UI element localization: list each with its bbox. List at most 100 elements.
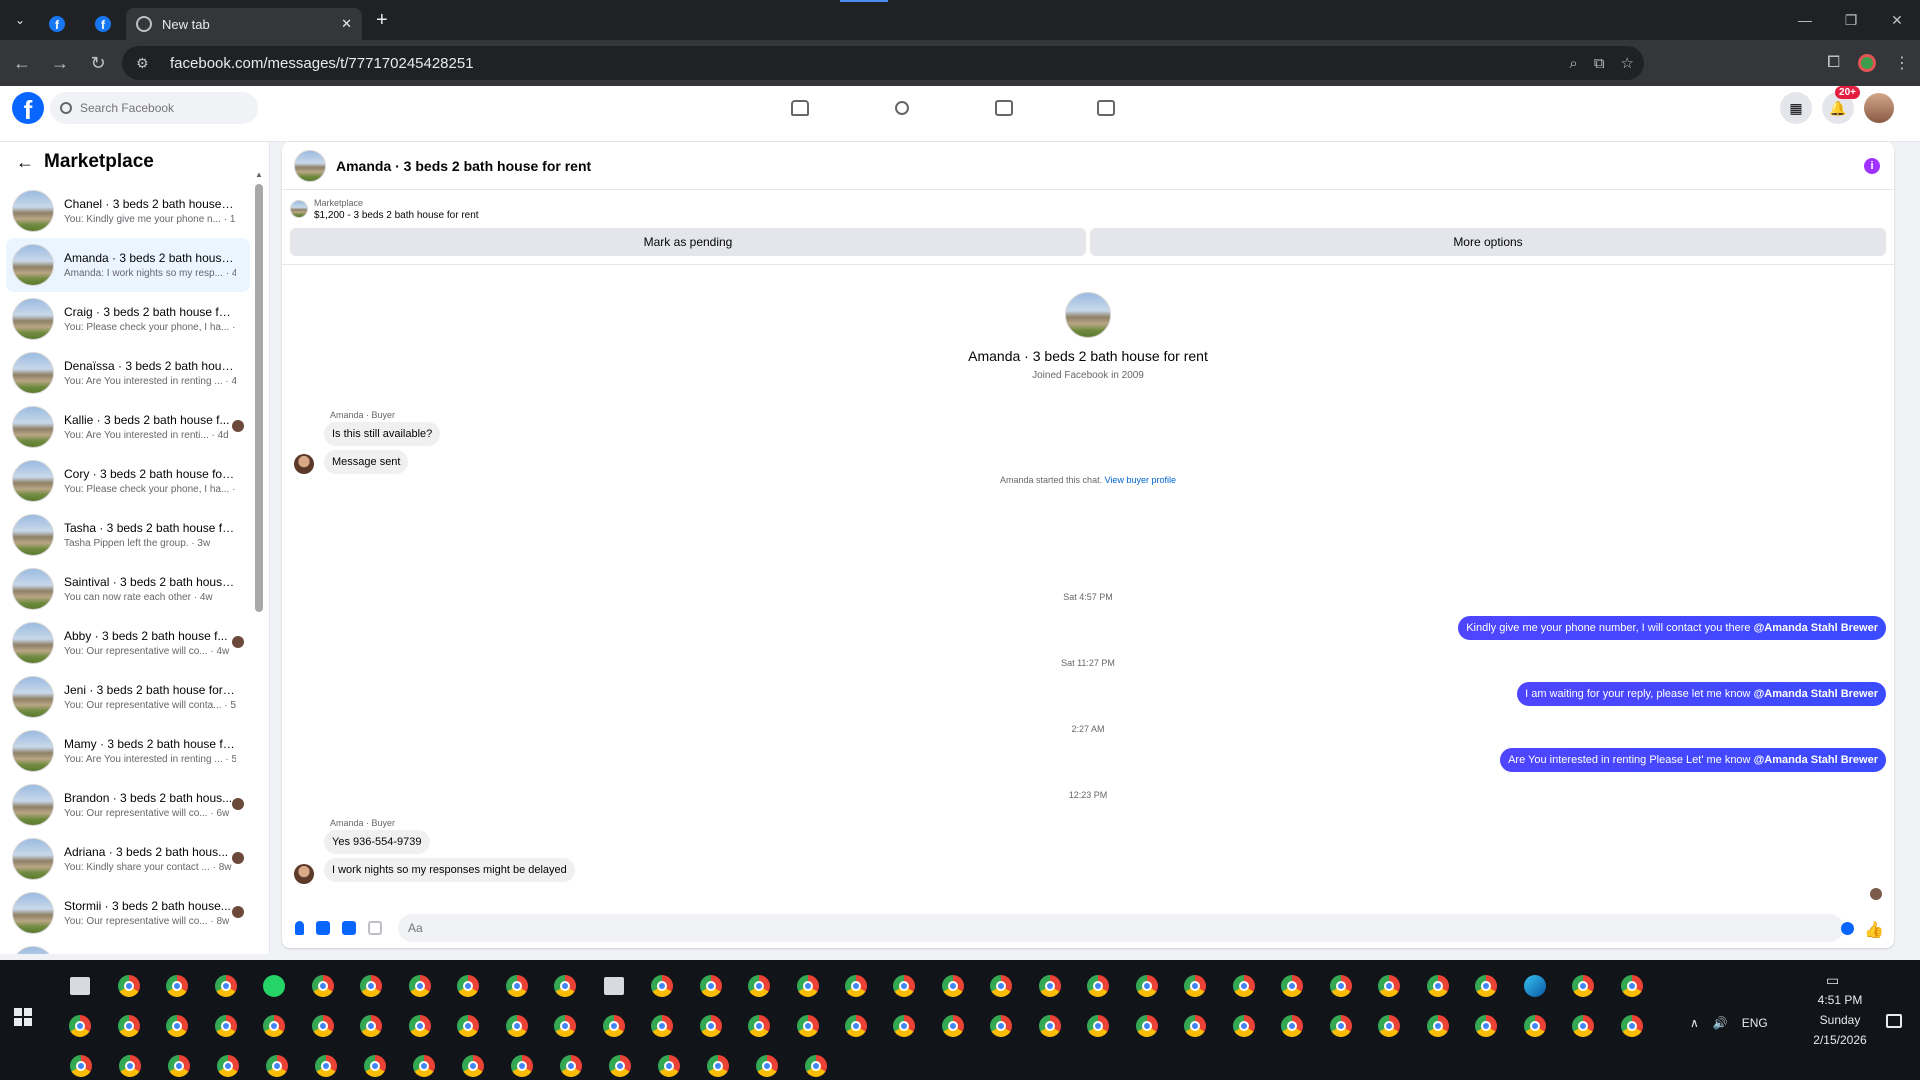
notification-center-icon[interactable] bbox=[1886, 1014, 1902, 1028]
page-scrollbar[interactable] bbox=[1906, 142, 1920, 954]
taskbar-app-button[interactable] bbox=[56, 1006, 104, 1046]
clock[interactable]: 4:51 PM Sunday 2/15/2026 bbox=[1790, 990, 1890, 1050]
taskbar-app-button[interactable] bbox=[56, 1046, 105, 1080]
taskbar-app-button[interactable] bbox=[589, 1006, 637, 1046]
conversation-item[interactable]: Cory · 3 beds 2 bath house for r... You: … bbox=[6, 454, 250, 508]
sticker-icon[interactable] bbox=[342, 921, 356, 935]
restore-icon[interactable]: ❐ bbox=[1828, 0, 1874, 40]
minimize-icon[interactable]: — bbox=[1782, 0, 1828, 40]
conversation-item[interactable]: Brandon · 3 beds 2 bath hous... You: Our … bbox=[6, 778, 250, 832]
taskbar-app-button[interactable] bbox=[1268, 1006, 1316, 1046]
mention[interactable]: @Amanda Stahl Brewer bbox=[1754, 754, 1878, 766]
taskbar-app-button[interactable] bbox=[201, 966, 249, 1006]
taskbar-app-button[interactable] bbox=[546, 1046, 595, 1080]
taskbar-app-button[interactable] bbox=[298, 1006, 346, 1046]
conversation-item[interactable]: Saintival · 3 beds 2 bath house f... You … bbox=[6, 562, 250, 616]
taskbar-app-button[interactable] bbox=[444, 1006, 492, 1046]
buyer-avatar[interactable] bbox=[294, 454, 314, 474]
taskbar-app-button[interactable] bbox=[977, 966, 1025, 1006]
taskbar-app-button[interactable] bbox=[492, 1006, 540, 1046]
taskbar-app-button[interactable] bbox=[347, 966, 395, 1006]
taskbar-app-button[interactable] bbox=[686, 966, 734, 1006]
taskbar-app-button[interactable] bbox=[1317, 1006, 1365, 1046]
sidebar-scrollbar[interactable]: ▲ ▼ bbox=[255, 170, 263, 954]
taskbar-app-button[interactable] bbox=[1414, 1006, 1462, 1046]
taskbar-app-button[interactable] bbox=[595, 1046, 644, 1080]
taskbar-app-button[interactable] bbox=[1559, 966, 1607, 1006]
taskbar-app-button[interactable] bbox=[1511, 1006, 1559, 1046]
view-buyer-profile-link[interactable]: View buyer profile bbox=[1105, 475, 1176, 485]
incoming-message[interactable]: Is this still available? bbox=[324, 422, 441, 446]
conversation-item[interactable]: Tasha · 3 beds 2 bath house for ... Tasha… bbox=[6, 508, 250, 562]
conversation-item[interactable]: Adriana · 3 beds 2 bath hous... You: Kind… bbox=[6, 832, 250, 886]
install-app-icon[interactable]: ⧉ bbox=[1594, 55, 1605, 72]
taskbar-app-button[interactable] bbox=[693, 1046, 742, 1080]
taskbar-app-button[interactable] bbox=[1171, 1006, 1219, 1046]
taskbar-app-button[interactable] bbox=[350, 1046, 399, 1080]
conversation-item[interactable]: Denaïssa · 3 beds 2 bath house ... You: A… bbox=[6, 346, 250, 400]
conversation-item[interactable]: Jeni · 3 beds 2 bath house for r... You: … bbox=[6, 670, 250, 724]
taskbar-app-button[interactable] bbox=[1414, 966, 1462, 1006]
incoming-message[interactable]: Message sent bbox=[324, 450, 409, 474]
taskbar-app-button[interactable] bbox=[203, 1046, 252, 1080]
info-icon[interactable]: i bbox=[1864, 158, 1880, 174]
start-windows-icon[interactable] bbox=[14, 1008, 32, 1026]
taskbar-app-button[interactable] bbox=[201, 1006, 249, 1046]
taskbar-app-button[interactable] bbox=[541, 1006, 589, 1046]
taskbar-app-button[interactable] bbox=[742, 1046, 791, 1080]
taskbar-app-button[interactable] bbox=[448, 1046, 497, 1080]
taskbar-app-button[interactable] bbox=[250, 966, 298, 1006]
forward-arrow-icon[interactable]: → bbox=[44, 47, 76, 79]
volume-icon[interactable]: 🔊 bbox=[1713, 1016, 1728, 1030]
account-avatar[interactable] bbox=[1864, 93, 1894, 123]
taskbar-app-button[interactable] bbox=[1317, 966, 1365, 1006]
taskbar-app-button[interactable] bbox=[1559, 1006, 1607, 1046]
conversation-item[interactable]: Craig · 3 beds 2 bath house for ... You: … bbox=[6, 292, 250, 346]
reload-icon[interactable]: ↻ bbox=[82, 47, 114, 79]
conversation-item[interactable]: Stormii · 3 beds 2 bath house... You: Our… bbox=[6, 886, 250, 940]
taskbar-app-button[interactable] bbox=[252, 1046, 301, 1080]
taskbar-app-button[interactable] bbox=[589, 966, 637, 1006]
taskbar-app-button[interactable] bbox=[153, 1006, 201, 1046]
more-options-button[interactable]: More options bbox=[1090, 228, 1886, 256]
mention[interactable]: @Amanda Stahl Brewer bbox=[1754, 622, 1878, 634]
taskbar-app-button[interactable] bbox=[298, 966, 346, 1006]
taskbar-app-button[interactable] bbox=[880, 1006, 928, 1046]
taskbar-app-button[interactable] bbox=[1171, 966, 1219, 1006]
taskbar-app-button[interactable] bbox=[1074, 966, 1122, 1006]
marketplace-listing-bar[interactable]: Marketplace $1,200 - 3 beds 2 bath house… bbox=[282, 190, 1894, 228]
taskbar-app-button[interactable] bbox=[395, 966, 443, 1006]
conversation-item[interactable]: Mamy · 3 beds 2 bath house for... You: Ar… bbox=[6, 724, 250, 778]
desktop-peek-icon[interactable]: ▭ bbox=[1826, 972, 1839, 989]
nav-marketplace[interactable] bbox=[1086, 94, 1126, 122]
taskbar-app-button[interactable] bbox=[1268, 966, 1316, 1006]
taskbar-app-button[interactable] bbox=[783, 1006, 831, 1046]
facebook-logo-icon[interactable]: f bbox=[12, 92, 44, 124]
incoming-message[interactable]: I work nights so my responses might be d… bbox=[324, 858, 575, 882]
incoming-message[interactable]: Yes 936-554-9739 bbox=[324, 830, 430, 854]
taskbar-app-button[interactable] bbox=[832, 966, 880, 1006]
taskbar-app-button[interactable] bbox=[1462, 1006, 1510, 1046]
listing-thumbnail[interactable] bbox=[294, 149, 326, 182]
taskbar-app-button[interactable] bbox=[301, 1046, 350, 1080]
taskbar-app-button[interactable] bbox=[638, 966, 686, 1006]
taskbar-app-button[interactable] bbox=[1026, 966, 1074, 1006]
chevron-up-icon[interactable]: ∧ bbox=[1690, 1016, 1699, 1030]
outgoing-message[interactable]: Kindly give me your phone number, I will… bbox=[1458, 616, 1886, 640]
close-window-icon[interactable]: ✕ bbox=[1874, 0, 1920, 40]
outgoing-message[interactable]: Are You interested in renting Please Let… bbox=[1500, 748, 1886, 772]
taskbar-app-button[interactable] bbox=[735, 966, 783, 1006]
taskbar-app-button[interactable] bbox=[832, 1006, 880, 1046]
conversation-item[interactable]: Abby · 3 beds 2 bath house f... You: Our … bbox=[6, 616, 250, 670]
buyer-avatar[interactable] bbox=[294, 864, 314, 884]
taskbar-app-button[interactable] bbox=[1220, 966, 1268, 1006]
taskbar-app-button[interactable] bbox=[686, 1006, 734, 1046]
language-indicator[interactable]: ENG bbox=[1742, 1016, 1768, 1030]
search-input[interactable] bbox=[80, 101, 240, 115]
browser-menu-icon[interactable]: ⋮ bbox=[1894, 53, 1910, 73]
taskbar-app-button[interactable] bbox=[791, 1046, 840, 1080]
menu-grid-button[interactable]: ▦ bbox=[1780, 92, 1812, 124]
taskbar-app-button[interactable] bbox=[1462, 966, 1510, 1006]
taskbar-app-button[interactable] bbox=[347, 1006, 395, 1046]
back-arrow-icon[interactable]: ← bbox=[6, 47, 38, 79]
